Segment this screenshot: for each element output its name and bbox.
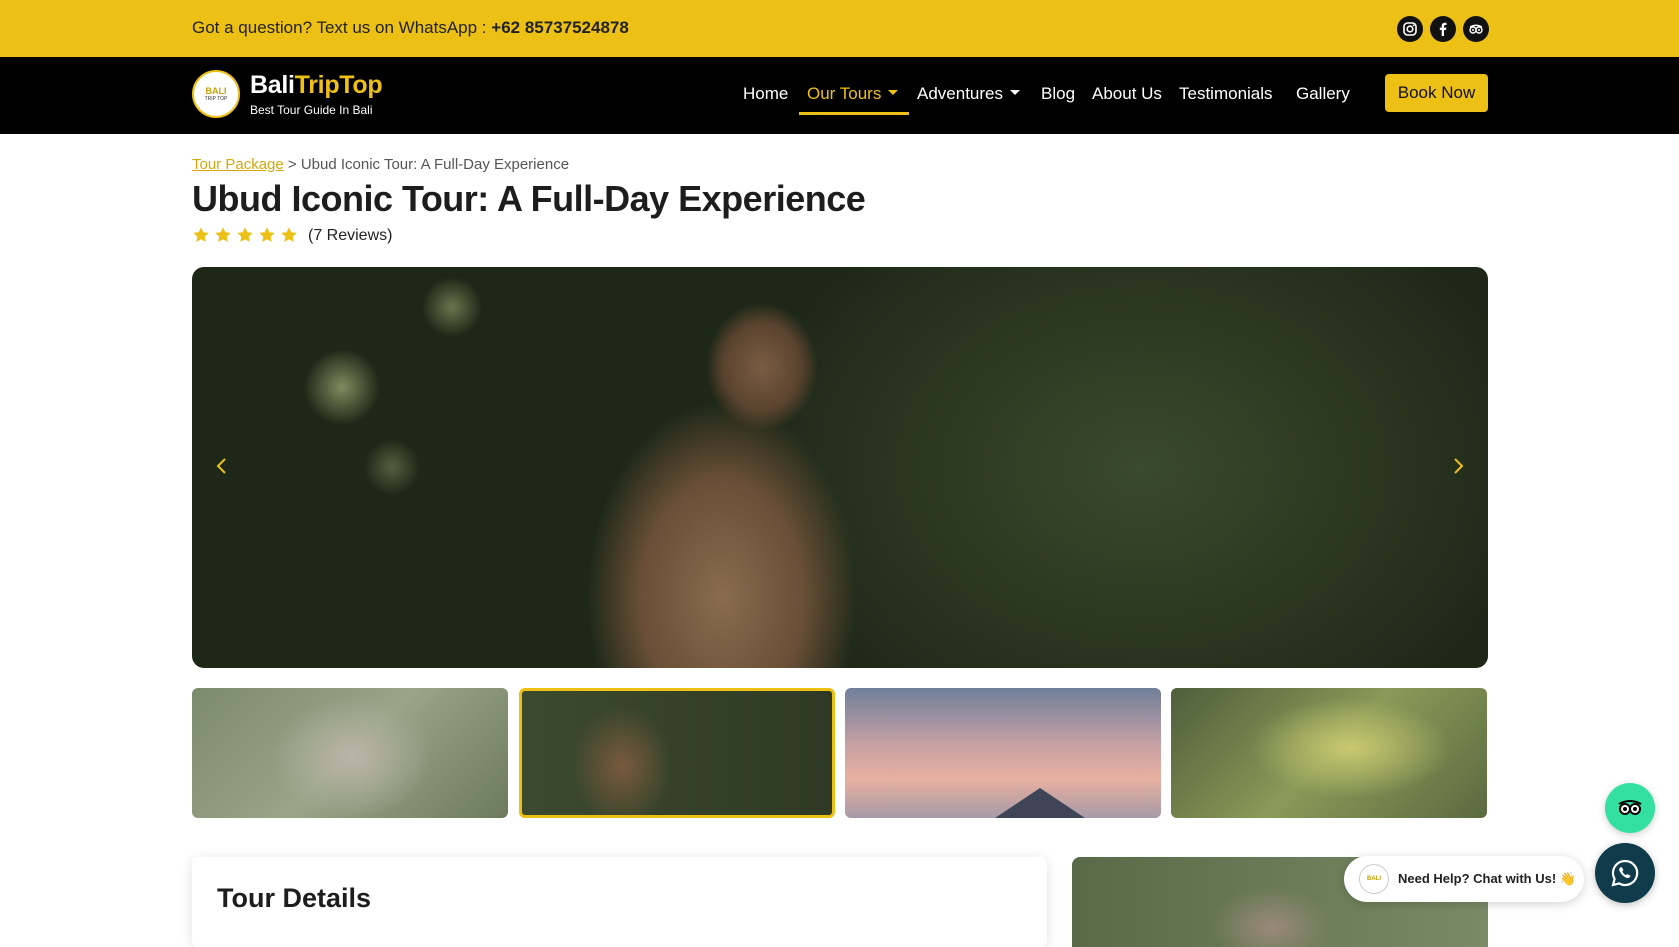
nav-blog[interactable]: Blog — [1041, 84, 1075, 104]
thumbnail-rice-terraces[interactable] — [1171, 688, 1487, 818]
brand-tagline: Best Tour Guide In Bali — [250, 103, 373, 117]
hero-image-monkey — [192, 267, 1488, 668]
tripadvisor-icon[interactable] — [1463, 16, 1489, 42]
book-now-button[interactable]: Book Now — [1385, 74, 1488, 112]
rating-stars — [192, 226, 298, 246]
chevron-right-icon[interactable] — [1443, 451, 1473, 481]
chat-bubble[interactable]: BALI Need Help? Chat with Us! 👋 — [1344, 856, 1584, 902]
top-bar: Got a question? Text us on WhatsApp : +6… — [0, 0, 1679, 57]
instagram-icon[interactable] — [1397, 16, 1423, 42]
nav-home[interactable]: Home — [743, 84, 788, 104]
active-nav-underline — [799, 112, 909, 115]
breadcrumb-current: Ubud Iconic Tour: A Full-Day Experience — [300, 156, 570, 173]
nav-testimonials[interactable]: Testimonials — [1179, 84, 1273, 104]
nav-gallery[interactable]: Gallery — [1296, 84, 1350, 104]
star-icon — [237, 227, 253, 242]
star-icon — [193, 227, 209, 242]
breadcrumb: Tour Package > Ubud Iconic Tour: A Full-… — [192, 156, 569, 173]
chevron-down-icon — [1010, 90, 1020, 96]
nav-adventures[interactable]: Adventures — [917, 84, 1020, 104]
thumbnail-monkeys[interactable] — [192, 688, 508, 818]
star-icon — [281, 227, 297, 242]
main-navbar: BALI TRIP TOP BaliTripTop Best Tour Guid… — [0, 57, 1679, 134]
whatsapp-question: Got a question? Text us on WhatsApp : +6… — [192, 18, 629, 38]
question-text: Got a question? Text us on WhatsApp : — [192, 18, 492, 37]
thumbnail-monkey-selected[interactable] — [519, 688, 835, 818]
logo-subtext: TRIP TOP — [204, 96, 228, 102]
avatar: BALI — [1359, 864, 1389, 894]
breadcrumb-link[interactable]: Tour Package — [192, 156, 284, 173]
tripadvisor-float-icon[interactable] — [1605, 783, 1655, 833]
breadcrumb-separator: > — [287, 156, 297, 173]
brand-name[interactable]: BaliTripTop — [250, 71, 383, 100]
nav-our-tours-label: Our Tours — [807, 84, 882, 103]
chat-bubble-text: Need Help? Chat with Us! 👋 — [1398, 871, 1576, 886]
logo-text: BALI — [205, 86, 227, 96]
reviews-count[interactable]: (7 Reviews) — [308, 227, 392, 245]
nav-our-tours[interactable]: Our Tours — [807, 84, 899, 104]
whatsapp-icon[interactable] — [1595, 843, 1655, 903]
page-title: Ubud Iconic Tour: A Full-Day Experience — [192, 178, 866, 219]
brand-name-part2: TripTop — [294, 71, 383, 99]
logo[interactable]: BALI TRIP TOP — [192, 70, 240, 118]
chevron-left-icon[interactable] — [207, 451, 237, 481]
nav-about-us[interactable]: About Us — [1092, 84, 1162, 104]
star-icon — [215, 227, 231, 242]
brand-name-part1: Bali — [250, 71, 295, 99]
whatsapp-phone[interactable]: +62 85737524878 — [491, 18, 629, 37]
tour-details-heading: Tour Details — [217, 883, 372, 913]
mountain-shape — [995, 788, 1085, 818]
chevron-down-icon — [888, 90, 899, 96]
tour-details-card: Tour Details — [192, 857, 1047, 947]
star-icon — [259, 227, 275, 242]
nav-adventures-label: Adventures — [917, 84, 1003, 103]
facebook-icon[interactable] — [1430, 16, 1456, 42]
thumbnail-sunset[interactable] — [845, 688, 1161, 818]
